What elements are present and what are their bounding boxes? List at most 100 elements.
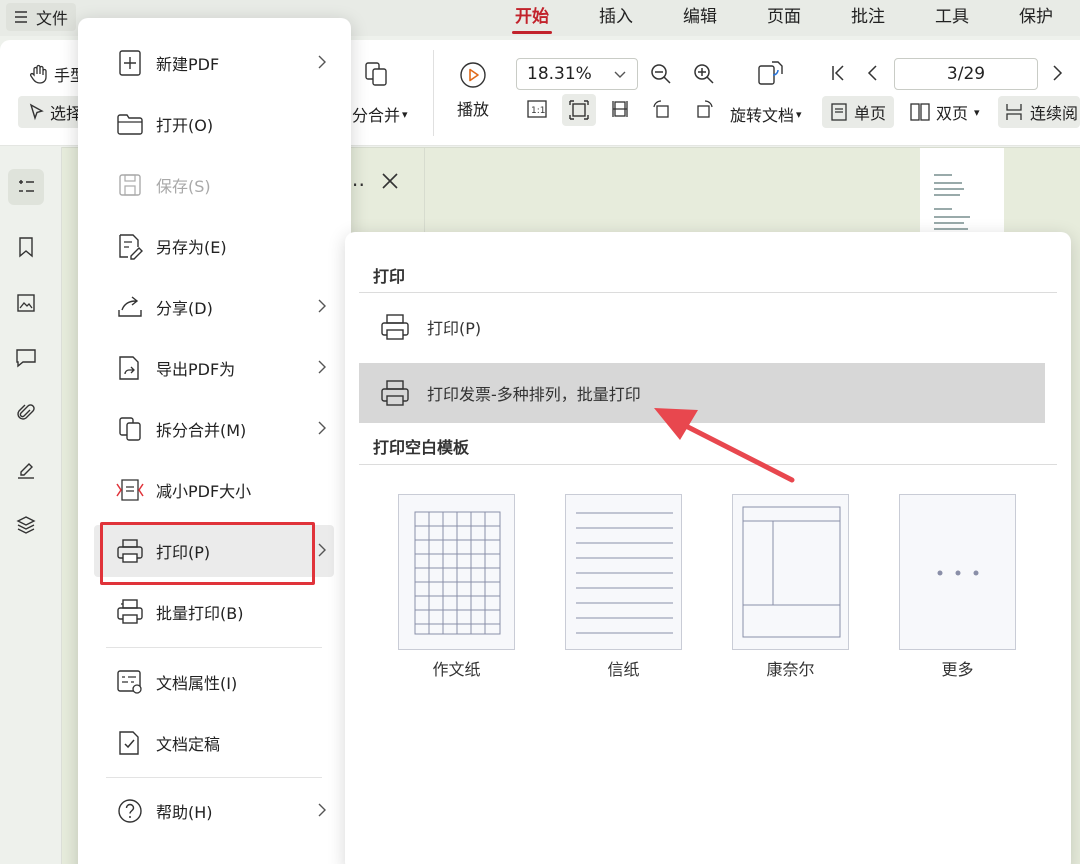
menu-separator	[106, 647, 322, 648]
menu-label: 文档属性(I)	[156, 674, 238, 693]
rotate-right-button[interactable]	[693, 98, 715, 120]
menu-help[interactable]: 帮助(H)	[94, 785, 334, 837]
fit-width-icon	[609, 98, 631, 120]
tab-page[interactable]: 页面	[742, 0, 826, 36]
cursor-icon	[28, 103, 46, 121]
left-sidebar	[0, 147, 62, 864]
svg-text:1:1: 1:1	[531, 106, 545, 116]
first-page-button[interactable]	[829, 62, 847, 84]
template-composition-paper[interactable]	[398, 494, 515, 650]
tab-edit[interactable]: 编辑	[658, 0, 742, 36]
menu-doc-properties[interactable]: 文档属性(I)	[94, 656, 334, 708]
signature-icon[interactable]	[8, 451, 44, 487]
new-pdf-icon	[112, 45, 148, 81]
menu-separator	[106, 777, 322, 778]
layers-icon[interactable]	[8, 507, 44, 543]
print-section-title: 打印	[373, 267, 406, 286]
menu-doc-finalize[interactable]: 文档定稿	[94, 717, 334, 769]
menu-label: 减小PDF大小	[156, 482, 252, 501]
tab-protect[interactable]: 保护	[994, 0, 1078, 36]
menu-compress-pdf[interactable]: 减小PDF大小	[94, 464, 334, 516]
zoom-out-icon	[649, 62, 673, 86]
rotate-doc-label: 旋转文档	[730, 106, 795, 125]
chevron-right-icon	[316, 541, 328, 559]
file-menu: 新建PDF 打开(O) 保存(S) 另存为(E) 分享(D) 导出PDF为 拆分…	[78, 18, 351, 864]
close-icon[interactable]	[381, 172, 399, 196]
help-icon	[112, 793, 148, 829]
template-letter-paper[interactable]	[565, 494, 682, 650]
print-invoice-label: 打印发票-多种排列，批量打印	[427, 385, 641, 404]
invoice-printer-icon	[375, 373, 415, 413]
zoom-select[interactable]: 18.31%	[516, 58, 638, 90]
double-page-button[interactable]: 双页 ▾	[910, 100, 980, 124]
attachment-icon[interactable]	[8, 395, 44, 431]
menu-batch-print[interactable]: 批量打印(B)	[94, 586, 334, 638]
export-pdf-icon	[112, 350, 148, 386]
comment-icon[interactable]	[8, 340, 44, 376]
next-page-button[interactable]	[1048, 62, 1066, 84]
menu-label: 新建PDF	[156, 55, 220, 74]
menu-open[interactable]: 打开(O)	[94, 98, 334, 150]
split-merge-button[interactable]: 分合并 ▾	[352, 102, 408, 126]
actual-size-button[interactable]: 1:1	[526, 98, 548, 120]
continuous-read-icon	[1004, 102, 1024, 122]
annotation-arrow	[654, 408, 795, 483]
tab-tools[interactable]: 工具	[910, 0, 994, 36]
tab-insert[interactable]: 插入	[574, 0, 658, 36]
continuous-read-button[interactable]: 连续阅	[998, 96, 1080, 128]
save-icon	[112, 167, 148, 203]
chevron-right-icon	[316, 297, 328, 315]
menu-label: 批量打印(B)	[156, 604, 244, 623]
bookmark-icon[interactable]	[8, 229, 44, 265]
menu-split-merge[interactable]: 拆分合并(M)	[94, 403, 334, 455]
share-icon	[112, 289, 148, 325]
printer-icon	[375, 307, 415, 347]
play-button[interactable]: 播放	[457, 60, 489, 120]
folder-open-icon	[112, 106, 148, 142]
zoom-out-button[interactable]	[649, 62, 673, 86]
menu-save-as[interactable]: 另存为(E)	[94, 220, 334, 272]
zoom-value: 18.31%	[527, 64, 592, 84]
image-icon[interactable]	[8, 285, 44, 321]
fit-page-icon	[568, 99, 590, 121]
menu-label: 帮助(H)	[156, 803, 213, 822]
print-option[interactable]: 打印(P)	[359, 297, 1045, 357]
tab-comment[interactable]: 批注	[826, 0, 910, 36]
outline-icon[interactable]	[8, 169, 44, 205]
hamburger-icon	[14, 10, 28, 24]
menu-new-pdf[interactable]: 新建PDF	[94, 37, 334, 89]
chevron-right-icon	[1048, 62, 1066, 84]
menu-export-pdf[interactable]: 导出PDF为	[94, 342, 334, 394]
prev-page-button[interactable]	[864, 62, 882, 84]
split-merge-ribbon-label: 分合并	[352, 106, 401, 125]
menu-label: 导出PDF为	[156, 360, 236, 379]
batch-print-icon	[112, 594, 148, 630]
chevron-right-icon	[316, 53, 328, 71]
file-menu-button[interactable]: 文件	[6, 3, 77, 31]
templates-section-title: 打印空白模板	[373, 438, 470, 457]
menu-save[interactable]: 保存(S)	[94, 159, 334, 211]
tab-start[interactable]: 开始	[490, 0, 574, 36]
rotate-left-button[interactable]	[651, 98, 673, 120]
play-icon	[458, 60, 488, 90]
ribbon-divider	[433, 50, 434, 136]
template-more[interactable]	[899, 494, 1016, 650]
fit-width-button[interactable]	[609, 98, 631, 120]
template-label: 更多	[941, 660, 974, 679]
single-page-button[interactable]: 单页	[822, 96, 895, 128]
single-page-label: 单页	[854, 104, 887, 123]
zoom-in-button[interactable]	[692, 62, 716, 86]
fit-page-button[interactable]	[562, 94, 596, 126]
continuous-read-label: 连续阅	[1030, 104, 1079, 123]
side-panel-header: ⋯	[345, 172, 399, 196]
lined-paper-icon	[576, 512, 673, 634]
template-cornell[interactable]	[732, 494, 849, 650]
rotate-doc-button[interactable]: 旋转文档 ▾	[730, 102, 802, 126]
page-thumbnail[interactable]	[920, 148, 1004, 238]
page-number-input[interactable]: 3/29	[894, 58, 1038, 90]
menu-label: 分享(D)	[156, 299, 213, 318]
template-label: 康奈尔	[766, 660, 815, 679]
double-page-icon	[910, 102, 930, 122]
menu-share[interactable]: 分享(D)	[94, 281, 334, 333]
menu-label: 打开(O)	[156, 116, 214, 135]
